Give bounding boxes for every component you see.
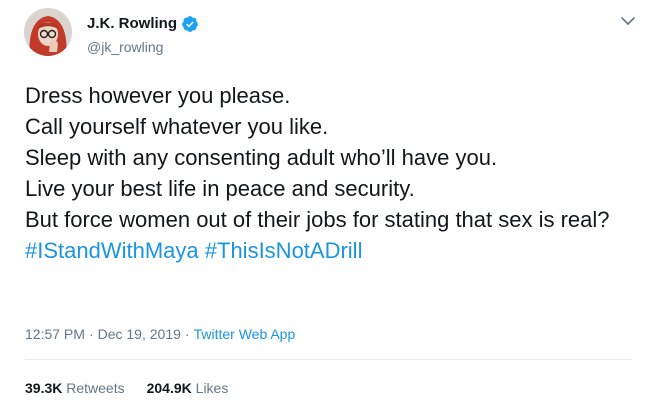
likes-label: Likes (195, 380, 229, 396)
verified-badge-icon (181, 15, 199, 33)
meta-separator: · (88, 326, 94, 342)
meta-separator: · (184, 326, 190, 342)
likes-stat[interactable]: 204.9K Likes (147, 379, 229, 397)
hashtag-link[interactable]: #IStandWithMaya (25, 238, 199, 263)
tweet-meta: 12:57 PM · Dec 19, 2019 · Twitter Web App (25, 325, 295, 343)
display-name[interactable]: J.K. Rowling (87, 14, 177, 34)
tweet-line: But force women out of their jobs for st… (25, 207, 610, 232)
retweets-count: 39.3K (25, 380, 63, 396)
tweet-text: Dress however you please. Call yourself … (25, 80, 640, 266)
avatar-photo-icon (24, 8, 72, 56)
author-handle[interactable]: @jk_rowling (87, 38, 199, 56)
tweet-line: Dress however you please. (25, 83, 291, 108)
hashtag-row: #IStandWithMaya #ThisIsNotADrill (25, 235, 640, 266)
tweet-card: J.K. Rowling @jk_rowling Dress however y… (0, 0, 647, 407)
tweet-source-link[interactable]: Twitter Web App (194, 326, 296, 342)
tweet-stats: 39.3K Retweets 204.9K Likes (25, 379, 250, 397)
retweets-stat[interactable]: 39.3K Retweets (25, 379, 125, 397)
author-names: J.K. Rowling @jk_rowling (87, 14, 199, 56)
tweet-date[interactable]: Dec 19, 2019 (98, 326, 181, 342)
hashtag-link[interactable]: #ThisIsNotADrill (205, 238, 363, 263)
tweet-time[interactable]: 12:57 PM (25, 326, 85, 342)
avatar[interactable] (24, 8, 72, 56)
retweets-label: Retweets (66, 380, 125, 396)
tweet-line: Live your best life in peace and securit… (25, 176, 415, 201)
tweet-line: Call yourself whatever you like. (25, 114, 329, 139)
chevron-down-icon[interactable] (619, 14, 637, 28)
divider (25, 359, 632, 360)
likes-count: 204.9K (146, 380, 192, 396)
tweet-line: Sleep with any consenting adult who’ll h… (25, 145, 498, 170)
display-name-row: J.K. Rowling (87, 14, 199, 34)
